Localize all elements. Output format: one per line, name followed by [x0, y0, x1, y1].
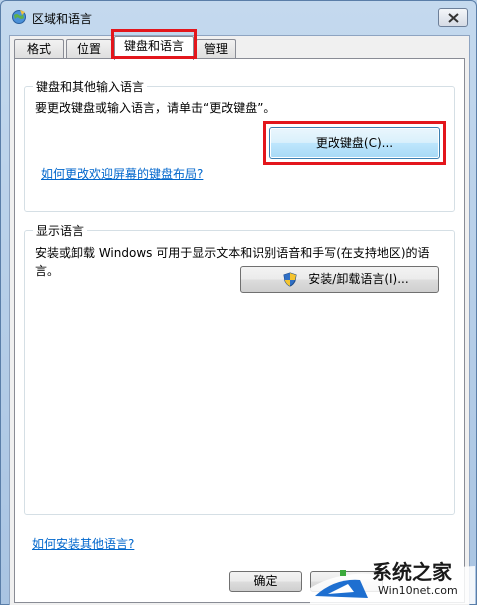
tab-location[interactable]: 位置: [66, 39, 112, 60]
keyboard-group-label: 键盘和其他输入语言: [33, 78, 148, 95]
close-button[interactable]: [438, 8, 468, 27]
window-title: 区域和语言: [32, 12, 93, 26]
close-icon: [448, 13, 459, 23]
tab-administrative[interactable]: 管理: [196, 39, 236, 60]
tab-highlight-box: [111, 29, 197, 59]
watermark: 系统之家 Win10net.com: [310, 546, 475, 604]
tab-format[interactable]: 格式: [14, 39, 64, 60]
display-description-line1: 安装或卸载 Windows 可用于显示文本和识别语音和手写(在支持地区)的语: [35, 246, 430, 260]
ok-button[interactable]: 确定: [229, 571, 302, 592]
keyboard-description: 要更改键盘或输入语言，请单击“更改键盘”。: [35, 101, 276, 115]
watermark-url: Win10net.com: [378, 584, 458, 597]
title-bar[interactable]: 区域和语言: [1, 1, 476, 35]
display-language-label: 显示语言: [33, 222, 88, 239]
globe-icon: [12, 10, 26, 24]
uac-shield-icon: [283, 272, 297, 287]
region-language-dialog: 区域和语言 格式 位置 键盘和语言 管理 键盘和其他输入语言 要更改键盘或输入语…: [0, 0, 477, 605]
welcome-keyboard-link[interactable]: 如何更改欢迎屏幕的键盘布局?: [41, 165, 203, 182]
install-uninstall-language-button[interactable]: 安装/卸载语言(I)...: [240, 266, 439, 293]
display-description-line2: 言。: [35, 264, 60, 278]
change-keyboard-button[interactable]: 更改键盘(C)...: [269, 127, 440, 159]
install-other-languages-link[interactable]: 如何安装其他语言?: [32, 535, 134, 552]
dialog-client: 格式 位置 键盘和语言 管理 键盘和其他输入语言 要更改键盘或输入语言，请单击“…: [9, 29, 470, 605]
install-uninstall-language-label: 安装/卸载语言(I)...: [308, 272, 409, 286]
watermark-brand: 系统之家: [372, 560, 452, 584]
tab-panel: 键盘和其他输入语言 要更改键盘或输入语言，请单击“更改键盘”。 更改键盘(C).…: [14, 58, 465, 603]
